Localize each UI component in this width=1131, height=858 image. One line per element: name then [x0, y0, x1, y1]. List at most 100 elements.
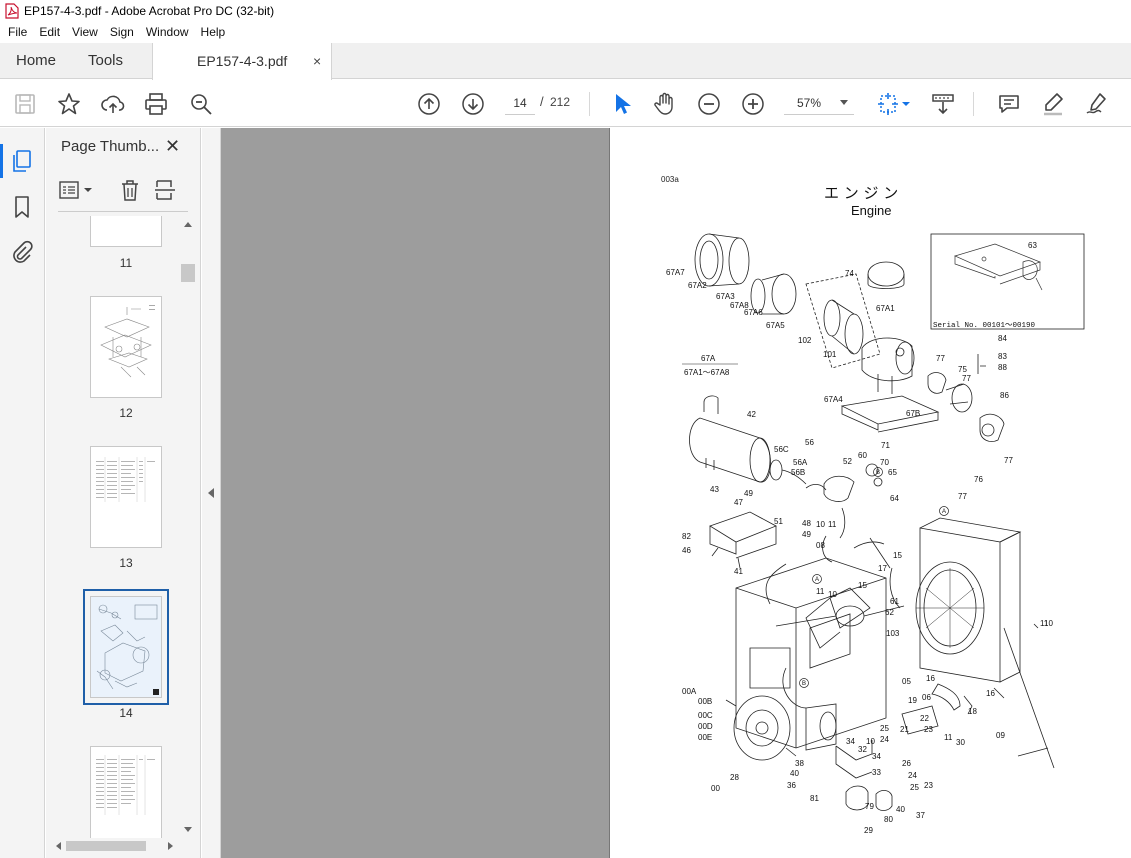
part-number-label: 46	[682, 546, 691, 555]
insert-page-icon[interactable]	[153, 178, 177, 202]
save-icon[interactable]	[12, 91, 38, 117]
page-fit-icon[interactable]	[876, 91, 912, 117]
thumbnail-page[interactable]	[90, 746, 162, 838]
part-number-label: 65	[888, 468, 897, 477]
part-number-label: 71	[881, 441, 890, 450]
svg-text:A: A	[815, 577, 819, 583]
menu-file[interactable]: File	[2, 22, 33, 43]
part-number-label: 40	[790, 769, 799, 778]
part-number-label: 102	[798, 336, 812, 345]
delete-trash-icon[interactable]	[119, 178, 141, 202]
part-number-label: 84	[998, 334, 1007, 343]
page-up-icon[interactable]	[416, 91, 442, 117]
comment-icon[interactable]	[996, 91, 1022, 117]
tab-document[interactable]: EP157-4-3.pdf ×	[152, 43, 332, 80]
part-number-label: 11	[828, 520, 837, 529]
scroll-down-icon[interactable]	[184, 827, 192, 832]
page-thumbnails-icon[interactable]	[0, 144, 35, 178]
part-number-label: 33	[872, 768, 881, 777]
part-number-label: 56A	[793, 458, 808, 467]
navigation-rail	[0, 128, 45, 858]
part-number-label: 42	[747, 410, 756, 419]
thumbnail-page[interactable]	[90, 296, 162, 398]
scroll-left-icon[interactable]	[56, 842, 61, 850]
thumbnails-panel: Page Thumb... ✕ 11 12 13 14	[46, 128, 201, 858]
part-number-label: 23	[924, 725, 933, 734]
part-number-label: 67A2	[688, 281, 707, 290]
tab-tools[interactable]: Tools	[88, 43, 123, 79]
zoom-search-icon[interactable]	[188, 91, 214, 117]
part-number-label: 34	[872, 752, 881, 761]
menu-edit[interactable]: Edit	[33, 22, 66, 43]
print-icon[interactable]	[143, 91, 169, 117]
hand-tool-icon[interactable]	[652, 91, 678, 117]
highlight-pen-icon[interactable]	[1040, 91, 1066, 117]
scroll-up-icon[interactable]	[184, 222, 192, 227]
options-menu-icon[interactable]	[59, 178, 95, 202]
sign-pen-icon[interactable]	[1084, 91, 1110, 117]
close-icon[interactable]: ✕	[165, 136, 180, 157]
select-cursor-icon[interactable]	[608, 91, 634, 117]
part-number-label: 34	[846, 737, 855, 746]
part-number-label: 00D	[698, 722, 713, 731]
thumbnail-vertical-scrollbar[interactable]	[180, 218, 196, 838]
thumbnail-drawing-image	[100, 305, 155, 378]
part-number-label: 36	[787, 781, 796, 790]
panel-toolbar	[59, 176, 189, 204]
panel-splitter[interactable]	[202, 128, 221, 858]
tab-home[interactable]: Home	[16, 43, 56, 79]
part-number-label: 74	[845, 269, 854, 278]
part-number-label: 56	[805, 438, 814, 447]
attachment-icon[interactable]	[9, 240, 35, 266]
thumbnail-horizontal-scrollbar[interactable]	[54, 838, 184, 854]
part-number-label: 60	[858, 451, 867, 460]
engine-parts-diagram: 003a エ ン ジ ン Engine Serial No. 00101～001…	[661, 175, 1085, 835]
bookmark-icon[interactable]	[9, 194, 35, 220]
thumbnail-page-selected[interactable]	[83, 589, 169, 705]
part-number-label: 77	[1004, 456, 1013, 465]
part-number-label: 48	[802, 519, 811, 528]
menu-window[interactable]: Window	[140, 22, 195, 43]
thumbnail-page[interactable]	[90, 446, 162, 548]
page-separator: /	[540, 94, 544, 109]
toolbar-divider	[589, 92, 590, 116]
zoom-level-select[interactable]: 57%	[784, 91, 854, 115]
scroll-right-icon[interactable]	[168, 842, 173, 850]
svg-text:B: B	[876, 470, 880, 476]
part-number-label: 61	[890, 597, 899, 606]
part-number-label: 00B	[698, 697, 712, 706]
part-number-label: 80	[884, 815, 893, 824]
part-number-label: 23	[924, 781, 933, 790]
part-number-label: 18	[968, 707, 977, 716]
part-number-label: 00E	[698, 733, 712, 742]
part-number-label: 76	[974, 475, 983, 484]
tab-bar: Home Tools EP157-4-3.pdf ×	[0, 43, 1131, 80]
page-number-input[interactable]	[505, 91, 535, 115]
page-total: 212	[550, 95, 571, 109]
part-number-label: 09	[996, 731, 1005, 740]
part-number-label: 63	[1028, 241, 1037, 250]
thumbnail-label: 13	[119, 556, 133, 570]
collapse-panel-icon[interactable]	[208, 488, 214, 498]
menu-help[interactable]: Help	[195, 22, 232, 43]
thumbnail-page[interactable]	[90, 216, 162, 247]
part-number-label: 24	[880, 735, 889, 744]
part-number-label: 10	[866, 737, 875, 746]
diagram-title-english: Engine	[851, 203, 891, 218]
part-number-label: 86	[1000, 391, 1009, 400]
part-number-label: 51	[774, 517, 783, 526]
document-viewport[interactable]: 003a エ ン ジ ン Engine Serial No. 00101～001…	[221, 128, 1131, 858]
star-icon[interactable]	[56, 91, 82, 117]
upload-cloud-icon[interactable]	[100, 91, 126, 117]
tab-close-icon[interactable]: ×	[313, 43, 321, 79]
scroll-mode-icon[interactable]	[930, 91, 956, 117]
page-down-icon[interactable]	[460, 91, 486, 117]
zoom-out-icon[interactable]	[696, 91, 722, 117]
menu-sign[interactable]: Sign	[104, 22, 140, 43]
scroll-thumb-horizontal[interactable]	[66, 841, 146, 851]
menu-view[interactable]: View	[66, 22, 104, 43]
thumbnail-table-image	[96, 457, 155, 502]
scroll-thumb[interactable]	[181, 264, 195, 282]
zoom-in-icon[interactable]	[740, 91, 766, 117]
part-number-label: 40	[896, 805, 905, 814]
